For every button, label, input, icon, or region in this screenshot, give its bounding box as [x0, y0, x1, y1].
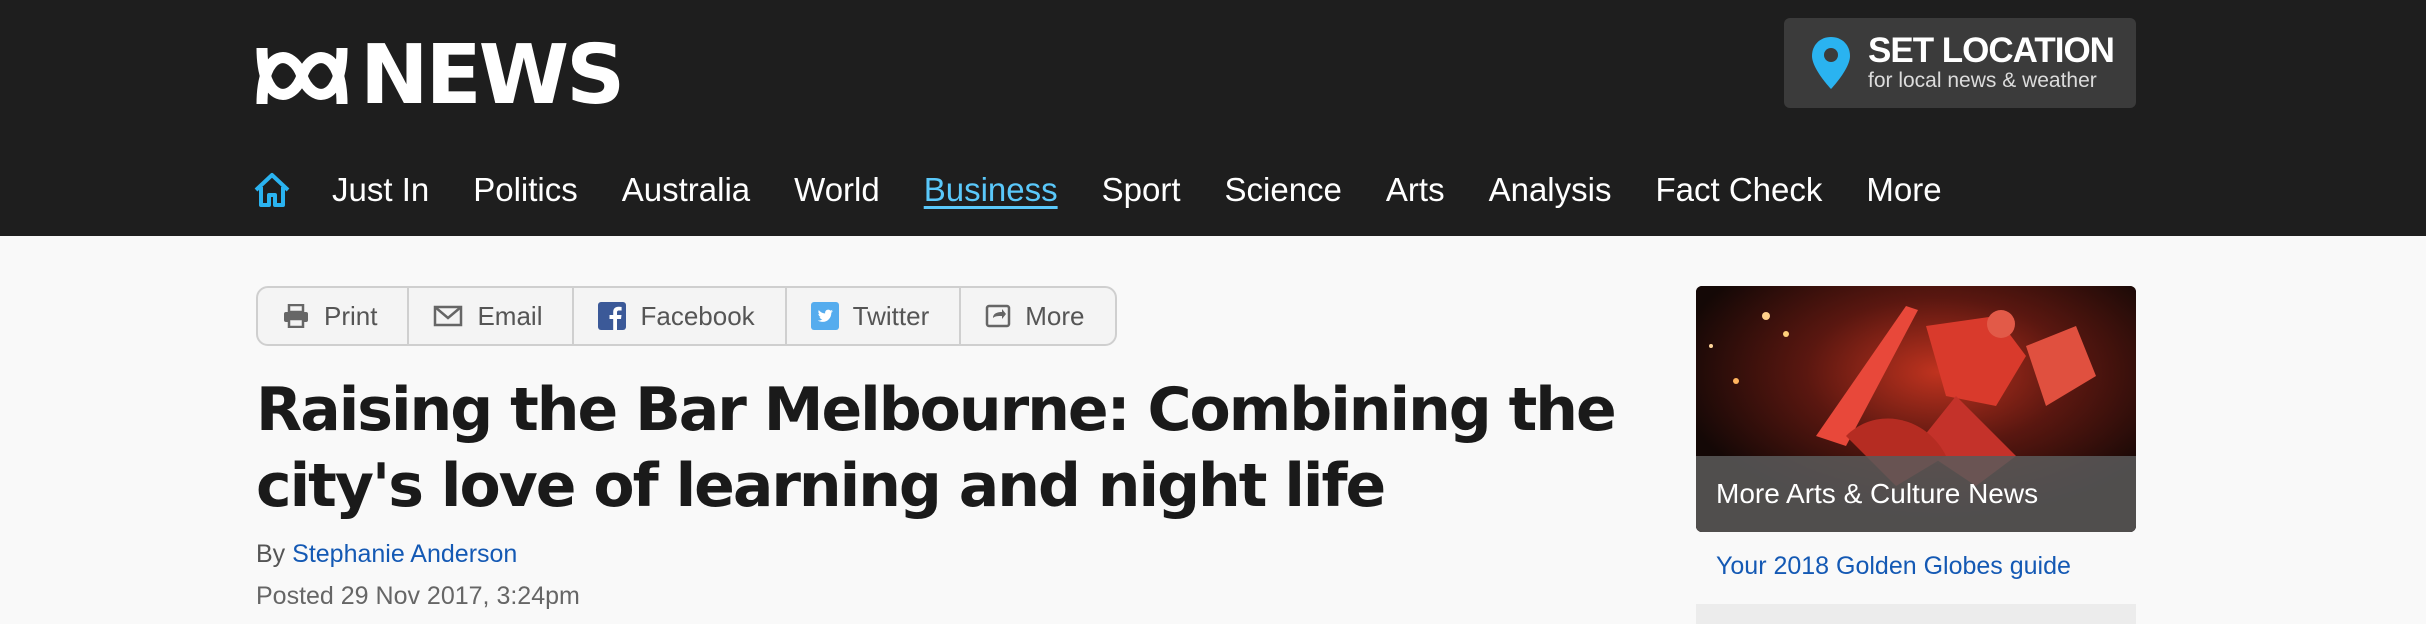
- byline: By Stephanie Anderson: [256, 540, 517, 569]
- promo-caption: More Arts & Culture News: [1696, 456, 2136, 532]
- twitter-label: Twitter: [852, 300, 930, 331]
- abc-lissajous-logo-icon: [256, 47, 348, 105]
- facebook-icon: [598, 302, 627, 330]
- arts-culture-promo[interactable]: More Arts & Culture News: [1696, 286, 2136, 532]
- printer-icon: [284, 304, 308, 328]
- more-share-label: More: [1025, 300, 1085, 331]
- email-button[interactable]: Email: [409, 288, 575, 344]
- location-pin-icon: [1812, 37, 1850, 89]
- facebook-label: Facebook: [640, 300, 755, 331]
- share-toolbar: Print Email Facebook Twitter More: [256, 286, 1117, 346]
- nav-item-more[interactable]: More: [1866, 171, 1941, 209]
- nav-item-science[interactable]: Science: [1225, 171, 1342, 209]
- set-location-subtitle: for local news & weather: [1868, 69, 2097, 92]
- golden-globes-link[interactable]: Your 2018 Golden Globes guide: [1716, 552, 2071, 581]
- nav-item-arts[interactable]: Arts: [1386, 171, 1445, 209]
- more-share-button[interactable]: More: [961, 288, 1114, 344]
- print-button[interactable]: Print: [258, 288, 410, 344]
- main-nav: Just In Politics Australia World Busines…: [252, 160, 1986, 220]
- sidebar-next-block: [1696, 604, 2136, 624]
- print-label: Print: [324, 300, 378, 331]
- nav-item-fact-check[interactable]: Fact Check: [1655, 171, 1822, 209]
- author-link[interactable]: Stephanie Anderson: [292, 540, 517, 568]
- envelope-icon: [434, 305, 463, 327]
- nav-item-business[interactable]: Business: [924, 171, 1058, 209]
- nav-item-sport[interactable]: Sport: [1102, 171, 1181, 209]
- nav-item-australia[interactable]: Australia: [622, 171, 750, 209]
- byline-prefix: By: [256, 540, 286, 568]
- article-headline: Raising the Bar Melbourne: Combining the…: [256, 375, 1617, 521]
- posted-date: Posted 29 Nov 2017, 3:24pm: [256, 582, 580, 610]
- nav-item-analysis[interactable]: Analysis: [1489, 171, 1612, 209]
- twitter-icon: [810, 302, 839, 330]
- set-location-title: SET LOCATION: [1868, 31, 2115, 70]
- facebook-button[interactable]: Facebook: [574, 288, 787, 344]
- logo-wordmark: NEWS: [360, 28, 625, 123]
- set-location-button[interactable]: SET LOCATION for local news & weather: [1784, 18, 2136, 108]
- abc-news-logo[interactable]: NEWS: [252, 28, 625, 123]
- home-icon[interactable]: [252, 170, 292, 210]
- site-header: NEWS SET LOCATION for local news & weath…: [0, 0, 2426, 236]
- nav-item-just-in[interactable]: Just In: [332, 171, 429, 209]
- nav-item-politics[interactable]: Politics: [473, 171, 578, 209]
- twitter-button[interactable]: Twitter: [787, 288, 962, 344]
- share-more-icon: [986, 304, 1011, 328]
- nav-item-world[interactable]: World: [794, 171, 880, 209]
- email-label: Email: [477, 300, 543, 331]
